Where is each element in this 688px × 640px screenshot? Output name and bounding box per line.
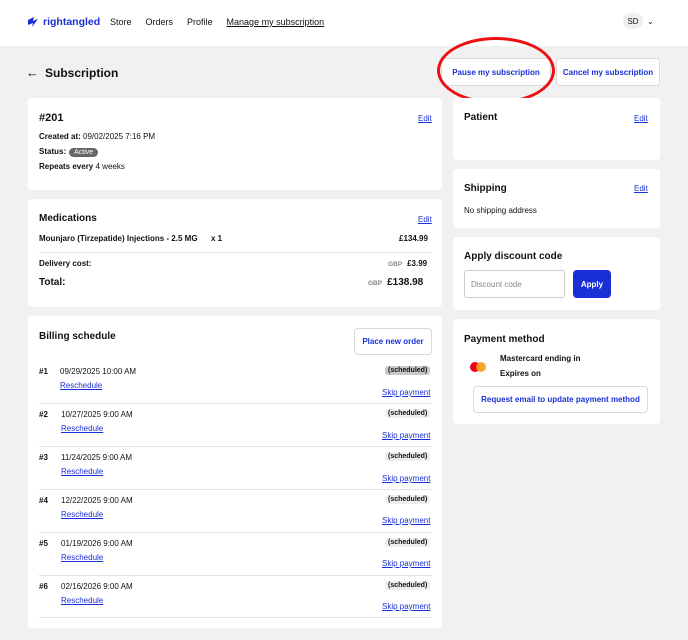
red-annotation-circle — [437, 37, 555, 104]
repeats-row: Repeats every 4 weeks — [39, 162, 125, 171]
delivery-cost: GBP £3.99 — [388, 259, 427, 268]
skip-payment-link[interactable]: Skip payment — [382, 474, 430, 483]
billing-row-number: #1 — [39, 367, 48, 376]
billing-row-date: 01/19/2026 9:00 AM — [61, 539, 133, 548]
order-number: #201 — [39, 112, 64, 124]
card-description: Mastercard ending in — [500, 354, 581, 363]
billing-row-date: 10/27/2025 9:00 AM — [61, 410, 133, 419]
mastercard-icon — [470, 362, 486, 372]
patient-edit-link[interactable]: Edit — [634, 114, 648, 123]
reschedule-link[interactable]: Reschedule — [61, 467, 103, 476]
skip-payment-link[interactable]: Skip payment — [382, 602, 430, 611]
reschedule-link[interactable]: Reschedule — [61, 424, 103, 433]
billing-row-date: 12/22/2025 9:00 AM — [61, 496, 133, 505]
nav-item-orders[interactable]: Orders — [146, 17, 174, 27]
nav-item-store[interactable]: Store — [110, 17, 132, 27]
created-at-row: Created at: 09/02/2025 7:16 PM — [39, 132, 155, 141]
billing-row-date: 11/24/2025 9:00 AM — [61, 453, 133, 462]
status-label: Status: — [39, 147, 67, 156]
billing-row-divider — [39, 532, 432, 533]
total-currency: GBP — [368, 280, 383, 287]
billing-row-number: #4 — [39, 496, 48, 505]
order-card — [28, 98, 442, 190]
billing-row-number: #2 — [39, 410, 48, 419]
medications-title: Medications — [39, 213, 97, 224]
billing-title: Billing schedule — [39, 331, 116, 342]
billing-row-status: (scheduled) — [385, 495, 431, 504]
reschedule-link[interactable]: Reschedule — [61, 553, 103, 562]
delivery-label: Delivery cost: — [39, 259, 92, 268]
total-value: £138.98 — [387, 277, 424, 288]
repeats-label: Repeats every — [39, 162, 94, 171]
billing-row-number: #3 — [39, 453, 48, 462]
page-header: ← Subscription — [26, 65, 118, 80]
billing-row-divider — [39, 446, 432, 447]
billing-row-divider — [39, 403, 432, 404]
billing-row-status: (scheduled) — [385, 538, 431, 547]
medications-divider — [39, 252, 432, 253]
skip-payment-link[interactable]: Skip payment — [382, 388, 430, 397]
reschedule-link[interactable]: Reschedule — [61, 510, 103, 519]
delivery-currency: GBP — [388, 261, 403, 268]
logo-text: rightangled — [43, 16, 101, 28]
medications-edit-link[interactable]: Edit — [418, 215, 432, 224]
billing-row-date: 09/29/2025 10:00 AM — [60, 367, 137, 376]
main-nav: Store Orders Profile Manage my subscript… — [110, 17, 324, 27]
brand-logo[interactable]: rightangled — [27, 16, 100, 28]
delivery-value: £3.99 — [407, 259, 428, 268]
page-title: Subscription — [45, 65, 119, 80]
billing-row-date: 02/16/2026 9:00 AM — [61, 582, 133, 591]
skip-payment-link[interactable]: Skip payment — [382, 431, 430, 440]
logo-icon — [28, 17, 38, 27]
billing-row-number: #6 — [39, 582, 48, 591]
skip-payment-link[interactable]: Skip payment — [382, 516, 430, 525]
shipping-title: Shipping — [464, 183, 507, 194]
cancel-subscription-button[interactable]: Cancel my subscription — [556, 58, 660, 86]
avatar[interactable]: SD — [623, 13, 643, 29]
billing-row-divider — [39, 575, 432, 576]
back-arrow-icon[interactable]: ← — [26, 65, 39, 80]
patient-title: Patient — [464, 112, 498, 123]
medication-name: Mounjaro (Tirzepatide) Injections - 2.5 … — [39, 234, 198, 243]
chevron-down-icon[interactable]: ⌄ — [647, 17, 654, 26]
card-expiry: Expires on — [500, 369, 541, 378]
shipping-card — [453, 169, 660, 228]
billing-row-status: (scheduled) — [385, 366, 431, 375]
nav-item-manage-subscription[interactable]: Manage my subscription — [227, 17, 325, 27]
created-at-label: Created at: — [39, 132, 81, 141]
apply-discount-button[interactable]: Apply — [573, 270, 611, 298]
order-edit-link[interactable]: Edit — [418, 114, 432, 123]
reschedule-link[interactable]: Reschedule — [61, 596, 103, 605]
repeats-value: 4 weeks — [95, 162, 125, 171]
shipping-address: No shipping address — [464, 206, 537, 215]
medication-price: £134.99 — [399, 234, 428, 243]
reschedule-link[interactable]: Reschedule — [60, 381, 102, 390]
medication-qty: x 1 — [211, 234, 223, 243]
billing-row-number: #5 — [39, 539, 48, 548]
billing-row-status: (scheduled) — [385, 409, 431, 418]
status-row: Status: Active — [39, 147, 99, 157]
place-new-order-button[interactable]: Place new order — [354, 328, 432, 355]
nav-item-profile[interactable]: Profile — [187, 17, 213, 27]
shipping-edit-link[interactable]: Edit — [634, 184, 648, 193]
status-badge: Active — [69, 148, 99, 157]
request-update-payment-button[interactable]: Request email to update payment method — [473, 386, 648, 413]
top-navbar: rightangled Store Orders Profile Manage … — [0, 0, 688, 46]
billing-row-divider — [39, 489, 432, 490]
billing-row-status: (scheduled) — [385, 581, 431, 590]
discount-code-input[interactable]: Discount code — [464, 270, 565, 298]
billing-row-divider — [39, 617, 432, 618]
created-at-value: 09/02/2025 7:16 PM — [83, 132, 156, 141]
skip-payment-link[interactable]: Skip payment — [382, 559, 430, 568]
discount-title: Apply discount code — [464, 251, 563, 262]
payment-title: Payment method — [464, 334, 545, 345]
billing-row-status: (scheduled) — [385, 452, 431, 461]
total-value-group: GBP £138.98 — [368, 277, 423, 288]
patient-card — [453, 98, 660, 160]
total-label: Total: — [39, 277, 66, 288]
